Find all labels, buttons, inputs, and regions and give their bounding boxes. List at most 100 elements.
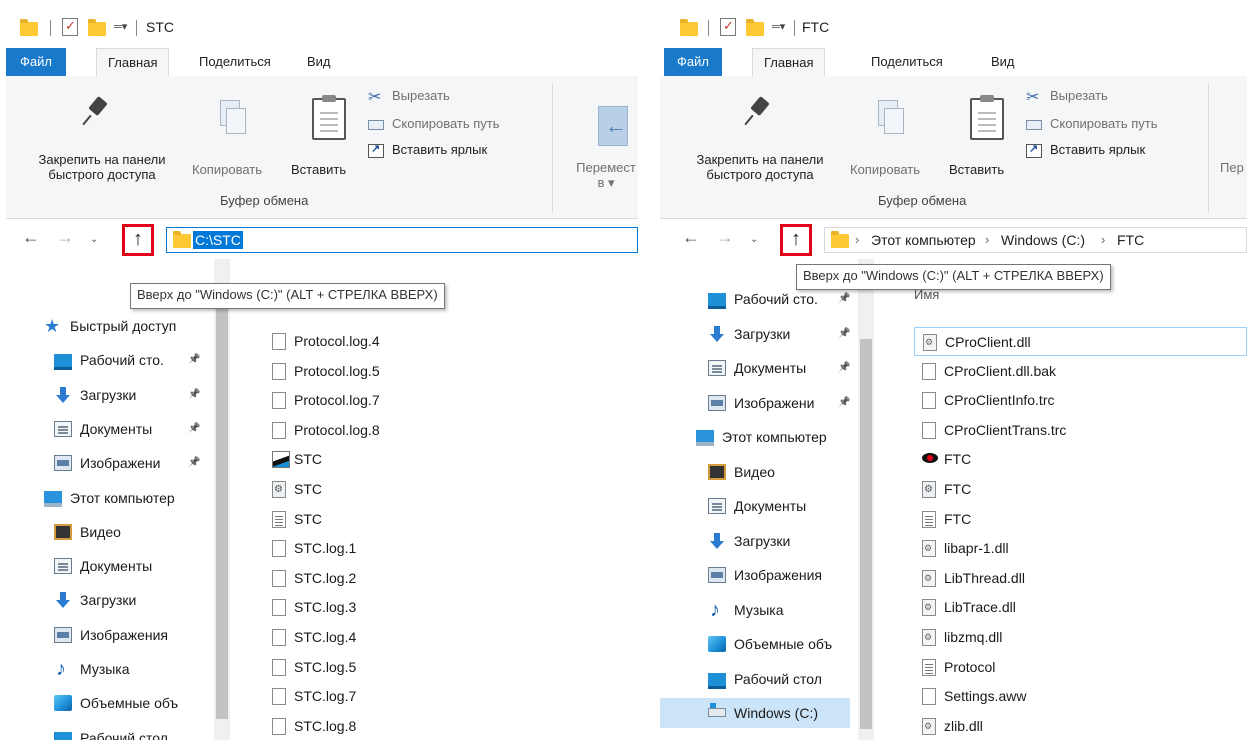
tab-view[interactable]: Вид: [980, 48, 1026, 76]
file-item[interactable]: STC.log.2: [232, 564, 638, 593]
paste-shortcut-button[interactable]: Вставить ярлык: [1050, 142, 1145, 157]
nav-item[interactable]: Изображени 📌: [6, 448, 210, 478]
nav-item[interactable]: Изображения: [660, 560, 850, 590]
file-item[interactable]: Protocol.log.4: [232, 327, 638, 356]
tab-share[interactable]: Поделиться: [188, 48, 282, 76]
file-item[interactable]: CProClientTrans.trc: [914, 416, 1247, 445]
pin-quick-access-button[interactable]: Закрепить на панели быстрого доступа: [676, 152, 844, 182]
file-item[interactable]: STC: [232, 475, 638, 504]
file-item[interactable]: CProClient.dll: [914, 327, 1247, 356]
forward-arrow-icon[interactable]: →: [716, 227, 734, 248]
breadcrumb-chevron-icon[interactable]: ›: [1101, 232, 1105, 247]
file-item[interactable]: STC.log.1: [232, 534, 638, 563]
file-item[interactable]: Protocol.log.5: [232, 357, 638, 386]
nav-item[interactable]: Документы: [6, 551, 210, 581]
nav-item[interactable]: Загрузки 📌: [660, 319, 850, 349]
file-item[interactable]: Settings.aww: [914, 682, 1247, 711]
nav-item[interactable]: Быстрый доступ: [6, 311, 210, 341]
pin-icon[interactable]: 📌: [188, 448, 200, 478]
copy-button[interactable]: Копировать: [192, 162, 262, 177]
tab-file[interactable]: Файл: [6, 48, 66, 76]
paste-shortcut-button[interactable]: Вставить ярлык: [392, 142, 487, 157]
paste-button[interactable]: Вставить: [291, 162, 346, 177]
nav-item[interactable]: Документы 📌: [6, 414, 210, 444]
paste-button[interactable]: Вставить: [949, 162, 1004, 177]
file-item[interactable]: Protocol: [914, 653, 1247, 682]
nav-item[interactable]: Видео: [660, 457, 850, 487]
breadcrumb-chevron-icon[interactable]: ›: [855, 232, 859, 247]
file-item[interactable]: STC.log.3: [232, 593, 638, 622]
pin-icon[interactable]: 📌: [838, 388, 850, 418]
nav-item[interactable]: Изображения: [6, 620, 210, 650]
up-arrow-button[interactable]: ↑: [780, 224, 812, 256]
nav-item[interactable]: Рабочий сто. 📌: [6, 345, 210, 375]
file-item[interactable]: zlib.dll: [914, 712, 1247, 740]
recent-locations-chevron-icon[interactable]: ⌄: [90, 234, 98, 245]
properties-icon[interactable]: [62, 18, 78, 36]
tab-home[interactable]: Главная: [752, 48, 826, 77]
pin-icon[interactable]: 📌: [838, 319, 850, 349]
breadcrumb-this-pc[interactable]: Этот компьютер: [871, 232, 976, 248]
nav-item[interactable]: Рабочий стол: [6, 723, 210, 740]
file-item[interactable]: STC.log.4: [232, 623, 638, 652]
nav-item[interactable]: Загрузки: [6, 585, 210, 615]
pin-quick-access-button[interactable]: Закрепить на панели быстрого доступа: [18, 152, 186, 182]
nav-item[interactable]: Музыка: [660, 595, 850, 625]
file-item[interactable]: CProClientInfo.trc: [914, 386, 1247, 415]
file-item[interactable]: libzmq.dll: [914, 623, 1247, 652]
nav-item[interactable]: Документы: [660, 491, 850, 521]
file-item[interactable]: STC.log.8: [232, 712, 638, 740]
file-item[interactable]: LibTrace.dll: [914, 593, 1247, 622]
up-arrow-button[interactable]: ↑: [122, 224, 154, 256]
nav-item[interactable]: Объемные объ: [6, 688, 210, 718]
copy-button[interactable]: Копировать: [850, 162, 920, 177]
recent-locations-chevron-icon[interactable]: ⌄: [750, 234, 758, 245]
quick-access-dropdown-icon[interactable]: ═▾: [114, 20, 127, 33]
file-item[interactable]: LibThread.dll: [914, 564, 1247, 593]
forward-arrow-icon[interactable]: →: [56, 227, 74, 248]
file-item[interactable]: STC.log.5: [232, 653, 638, 682]
file-item[interactable]: STC: [232, 445, 638, 474]
back-arrow-icon[interactable]: ←: [22, 227, 40, 248]
move-to-button[interactable]: Перемест в ▾: [566, 160, 638, 191]
properties-icon[interactable]: [720, 18, 736, 36]
scrollbar-thumb[interactable]: [216, 299, 228, 719]
tab-share[interactable]: Поделиться: [860, 48, 954, 76]
file-item[interactable]: FTC: [914, 475, 1247, 504]
file-item[interactable]: FTC: [914, 505, 1247, 534]
pin-icon[interactable]: 📌: [838, 353, 850, 383]
nav-item[interactable]: Этот компьютер: [660, 422, 850, 452]
file-item[interactable]: CProClient.dll.bak: [914, 357, 1247, 386]
file-item[interactable]: libapr-1.dll: [914, 534, 1247, 563]
file-item[interactable]: STC.log.7: [232, 682, 638, 711]
copy-path-button[interactable]: Скопировать путь: [1050, 116, 1158, 131]
nav-item[interactable]: Изображени 📌: [660, 388, 850, 418]
nav-item[interactable]: Windows (C:): [660, 698, 850, 728]
pin-icon[interactable]: 📌: [188, 345, 200, 375]
tab-view[interactable]: Вид: [296, 48, 342, 76]
tab-file[interactable]: Файл: [664, 48, 722, 76]
pin-icon[interactable]: 📌: [188, 380, 200, 410]
breadcrumb-drive[interactable]: Windows (C:): [1001, 232, 1085, 248]
file-item[interactable]: Protocol.log.7: [232, 386, 638, 415]
nav-item[interactable]: Документы 📌: [660, 353, 850, 383]
file-item[interactable]: STC: [232, 505, 638, 534]
move-to-button[interactable]: Пер: [1220, 160, 1244, 175]
nav-item[interactable]: Объемные объ: [660, 629, 850, 659]
tab-home[interactable]: Главная: [96, 48, 170, 77]
file-item[interactable]: Protocol.log.8: [232, 416, 638, 445]
cut-button[interactable]: Вырезать: [1050, 88, 1108, 103]
nav-item[interactable]: Видео: [6, 517, 210, 547]
navigation-scrollbar[interactable]: [858, 259, 874, 740]
nav-item[interactable]: Музыка: [6, 654, 210, 684]
cut-button[interactable]: Вырезать: [392, 88, 450, 103]
scrollbar-thumb[interactable]: [860, 339, 872, 729]
back-arrow-icon[interactable]: ←: [682, 227, 700, 248]
copy-path-button[interactable]: Скопировать путь: [392, 116, 500, 131]
nav-item[interactable]: Загрузки: [660, 526, 850, 556]
navigation-scrollbar[interactable]: [214, 259, 230, 740]
address-text[interactable]: C:\STC: [193, 231, 243, 249]
nav-item[interactable]: Рабочий стол: [660, 664, 850, 694]
new-folder-icon[interactable]: [746, 19, 764, 36]
breadcrumb-folder[interactable]: FTC: [1117, 232, 1144, 248]
